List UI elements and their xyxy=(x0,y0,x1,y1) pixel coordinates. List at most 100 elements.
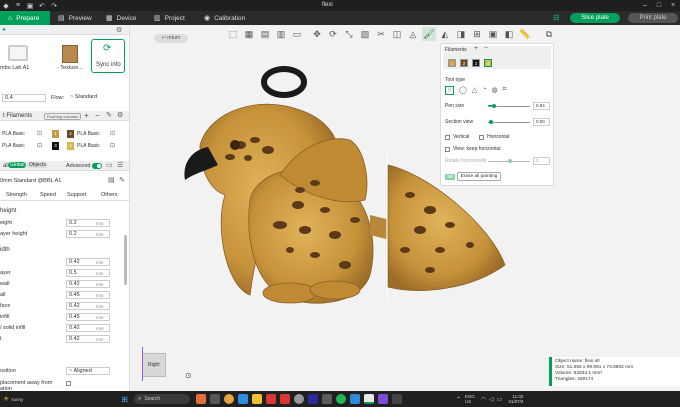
rotate-icon[interactable]: ⟳ xyxy=(326,27,340,41)
filament-item[interactable]: PLA Basic ⊡ 3 xyxy=(2,142,62,151)
tab-preview[interactable]: ▤ Preview xyxy=(50,11,98,25)
tab-prepare[interactable]: ⌂ Prepare xyxy=(0,11,50,25)
battery-icon[interactable]: ▭ xyxy=(497,396,503,403)
fit-view-icon[interactable]: ⊙ xyxy=(185,371,192,380)
seam-paint-icon[interactable]: ◭ xyxy=(438,27,452,41)
assembly-icon[interactable]: ▣ xyxy=(486,27,500,41)
minimize-icon[interactable]: – xyxy=(638,0,652,11)
filament-swatch[interactable]: 2 xyxy=(67,130,74,138)
paint-filament-swatch[interactable]: 1 xyxy=(448,59,456,67)
explorer-icon[interactable] xyxy=(252,394,262,404)
lay-on-face-icon[interactable]: ▧ xyxy=(358,27,372,41)
tab-strength[interactable]: Strength xyxy=(6,192,27,198)
paint-filament-swatch[interactable]: 2 xyxy=(460,59,468,67)
layers-icon[interactable]: ⧉ xyxy=(542,27,556,41)
edge-icon[interactable] xyxy=(238,394,248,404)
remove-paint-filament-icon[interactable]: − xyxy=(484,45,488,52)
tray-chevron-icon[interactable]: ⌃ xyxy=(456,396,461,403)
paint-filament-swatch[interactable]: 4 xyxy=(484,59,492,67)
section-view-slider[interactable] xyxy=(488,120,530,124)
wifi-icon[interactable]: ◠ xyxy=(481,396,486,403)
tab-support[interactable]: Support xyxy=(67,192,86,198)
tab-others[interactable]: Others xyxy=(101,192,118,198)
compare-icon[interactable]: ▭ xyxy=(106,161,113,169)
vertical-checkbox[interactable] xyxy=(445,135,450,140)
seam-position-select[interactable]: ~ Aligned xyxy=(66,367,110,375)
orient-icon[interactable]: ▤ xyxy=(258,27,272,41)
section-view-input[interactable]: 0.00 xyxy=(533,118,550,126)
edit-filament-icon[interactable]: ✎ xyxy=(106,111,112,119)
slice-settings-icon[interactable]: ⊟ xyxy=(553,13,560,22)
filament-item[interactable]: PLA Basic ⊡ 1 xyxy=(2,130,62,139)
app-icon-grey[interactable] xyxy=(294,394,304,404)
move-icon[interactable]: ✥ xyxy=(310,27,324,41)
cut-icon[interactable]: ✂ xyxy=(374,27,388,41)
add-object-icon[interactable]: ⬚ xyxy=(226,27,240,41)
objects-toggle[interactable]: Objects xyxy=(27,162,48,168)
menu-icon[interactable]: ≡ xyxy=(12,2,24,9)
process-profile-select[interactable]: 0mm Standard @BBL A1 xyxy=(0,178,61,184)
tab-project[interactable]: ▥ Project xyxy=(146,11,196,25)
add-paint-filament-icon[interactable]: + xyxy=(474,45,478,52)
save-preset-icon[interactable]: ▤ xyxy=(108,176,115,184)
support-paint-icon[interactable]: ◬ xyxy=(406,27,420,41)
spotify-icon[interactable] xyxy=(336,394,346,404)
undo-icon[interactable]: ↶ xyxy=(36,2,48,10)
weather-icon[interactable]: ☀ xyxy=(3,395,9,403)
view-cube[interactable]: Right xyxy=(142,353,166,377)
text-tool-icon[interactable]: ◨ xyxy=(454,27,468,41)
view-keep-checkbox[interactable] xyxy=(445,147,450,152)
tab-calibration[interactable]: ◉ Calibration xyxy=(196,11,256,25)
filament-item[interactable]: PLA Basic ⊡ 2 xyxy=(65,130,125,139)
start-icon[interactable]: ⊞ xyxy=(121,395,128,404)
paint-filament-swatch[interactable]: 3 xyxy=(472,59,480,67)
volume-icon[interactable]: ◁ xyxy=(489,396,494,403)
rotate-input[interactable]: 0 xyxy=(533,157,550,165)
filament-settings-icon[interactable]: ⚙ xyxy=(117,111,123,119)
emboss-icon[interactable]: ◧ xyxy=(502,27,516,41)
scale-icon[interactable]: ⤡ xyxy=(342,27,356,41)
app-icon-last[interactable] xyxy=(392,394,402,404)
app-icon-dark[interactable] xyxy=(322,394,332,404)
filament-item[interactable]: PLA Basic ⊡ 4 xyxy=(65,142,125,151)
taskbar-search[interactable]: ⌕ Search xyxy=(134,394,190,404)
tab-speed[interactable]: Speed xyxy=(40,192,56,198)
app-icon-1[interactable] xyxy=(196,394,206,404)
plate-thumbnail[interactable] xyxy=(62,45,78,63)
maximize-icon[interactable]: □ xyxy=(652,0,666,11)
bird-model[interactable] xyxy=(130,25,680,391)
chrome-icon[interactable] xyxy=(224,394,234,404)
plate-type-label[interactable]: - Texture... xyxy=(57,65,83,71)
close-icon[interactable]: × xyxy=(666,0,680,11)
redo-icon[interactable]: ↷ xyxy=(48,2,60,10)
task-view-icon[interactable] xyxy=(210,394,220,404)
sphere-tool-icon[interactable]: ◯ xyxy=(459,86,467,95)
save-icon[interactable]: ▣ xyxy=(24,2,36,10)
gear-icon[interactable]: ⚙ xyxy=(116,26,122,34)
app-icon-red-2[interactable] xyxy=(280,394,290,404)
remove-filament-icon[interactable]: − xyxy=(95,111,100,120)
printer-thumbnail[interactable] xyxy=(2,45,34,65)
advanced-toggle[interactable] xyxy=(92,163,102,169)
3d-viewport[interactable]: ↩ return Right ⊙ xyxy=(130,25,680,391)
shortcut-icon[interactable]: ⌨ xyxy=(445,174,455,180)
flow-select[interactable]: ~ Standard xyxy=(68,94,126,102)
horizontal-checkbox[interactable] xyxy=(479,135,484,140)
flushing-volumes-button[interactable]: Flushing volumes xyxy=(44,113,82,120)
add-filament-icon[interactable]: + xyxy=(84,111,89,120)
split-icon[interactable]: ▭ xyxy=(290,27,304,41)
triangle-tool-icon[interactable]: △ xyxy=(472,86,477,95)
color-paint-icon[interactable]: 🖌 xyxy=(422,27,436,41)
filament-swatch[interactable]: 4 xyxy=(67,142,74,150)
arrange-icon[interactable]: ▥ xyxy=(274,27,288,41)
measure-icon[interactable]: ⊞ xyxy=(470,27,484,41)
placement-checkbox[interactable] xyxy=(66,381,71,386)
gap-fill-icon[interactable]: ⌗ xyxy=(503,86,507,95)
print-plate-button[interactable]: Print plate xyxy=(628,13,678,23)
language-indicator[interactable]: ENG US xyxy=(465,394,475,404)
process-settings-icon[interactable]: ☰ xyxy=(117,161,123,169)
tab-device[interactable]: ▦ Device xyxy=(98,11,146,25)
fill-tool-icon[interactable]: ◍ xyxy=(491,86,497,95)
app-icon-purple[interactable] xyxy=(378,394,388,404)
pen-size-slider[interactable] xyxy=(488,104,530,108)
